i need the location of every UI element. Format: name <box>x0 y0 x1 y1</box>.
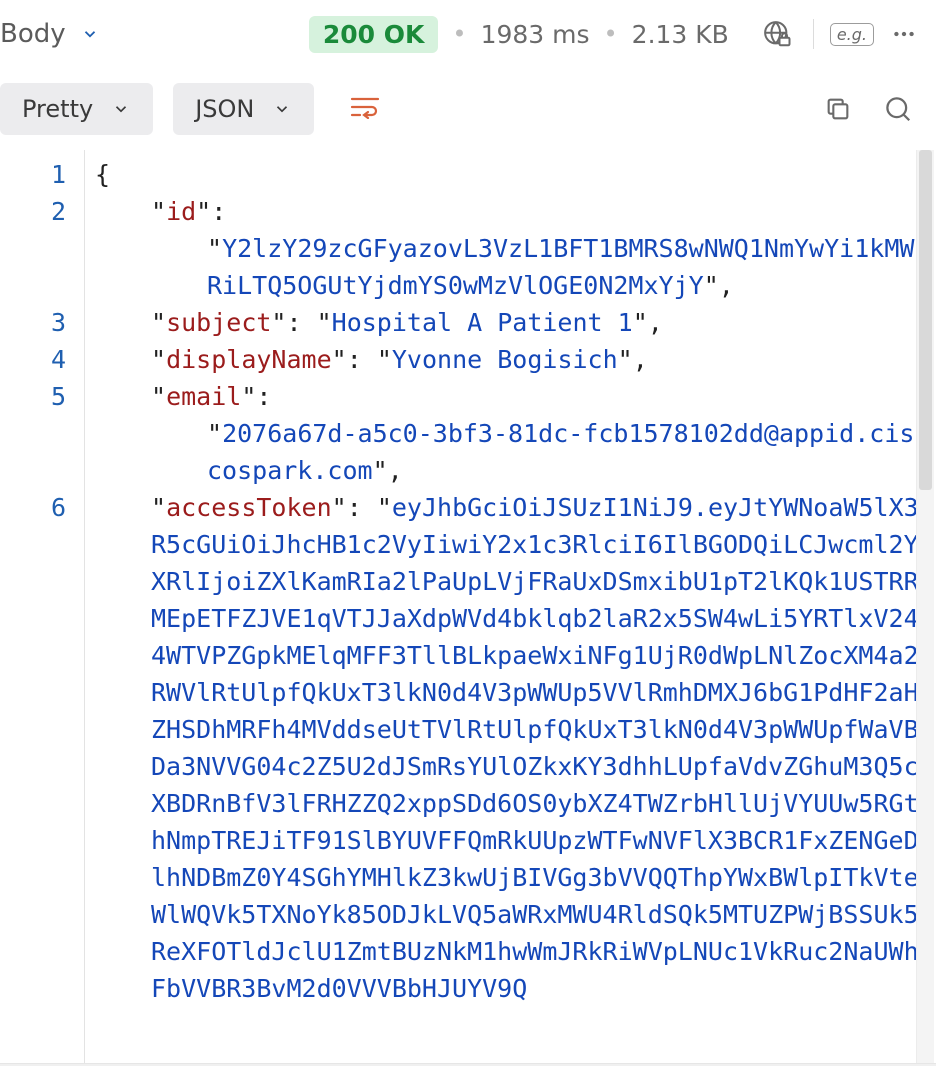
chevron-down-icon <box>272 99 292 119</box>
json-key: id <box>166 197 196 226</box>
vertical-divider <box>813 19 814 49</box>
body-tab[interactable]: Body <box>0 19 114 49</box>
line-number: 3 <box>0 304 80 341</box>
json-content[interactable]: { "id": "Y2lzY29zcGFyazovL3VzL1BFT1BMRS8… <box>85 150 936 1066</box>
scroll-thumb[interactable] <box>919 150 932 490</box>
line-number: 2 <box>0 193 80 230</box>
line-number: 1 <box>0 156 80 193</box>
vertical-scrollbar[interactable] <box>916 150 934 1066</box>
more-options-icon[interactable] <box>884 14 924 54</box>
line-number: 6 <box>0 489 80 526</box>
wrap-icon <box>350 95 380 123</box>
json-value: Yvonne Bogisich <box>392 345 618 374</box>
json-value: Hospital A Patient 1 <box>332 308 633 337</box>
json-value: eyJhbGciOiJSUzI1NiJ9.eyJtYWNoaW5lX3R5cGU… <box>151 493 919 1003</box>
wrap-lines-button[interactable] <box>334 83 396 135</box>
chevron-down-icon <box>111 99 131 119</box>
response-body-viewer: 1 2 . 3 4 5 . 6 { "id": "Y2lzY29zcGFyazo… <box>0 150 936 1066</box>
globe-lock-icon[interactable] <box>757 14 797 54</box>
status-badge: 200 OK <box>309 16 439 53</box>
copy-icon[interactable] <box>818 89 858 129</box>
line-number: 5 <box>0 378 80 415</box>
response-size: 2.13 KB <box>632 20 729 49</box>
line-number: 4 <box>0 341 80 378</box>
body-tab-label: Body <box>0 19 66 49</box>
pretty-dropdown[interactable]: Pretty <box>0 83 153 135</box>
json-key: email <box>166 382 241 411</box>
pretty-label: Pretty <box>22 95 93 123</box>
example-button[interactable]: e.g. <box>830 23 874 46</box>
format-dropdown[interactable]: JSON <box>173 83 314 135</box>
chevron-down-icon <box>80 24 100 44</box>
format-label: JSON <box>195 95 254 123</box>
json-value: Y2lzY29zcGFyazovL3VzL1BFT1BMRS8wNWQ1NmYw… <box>207 234 914 300</box>
json-key: accessToken <box>166 493 332 522</box>
separator-dot: • <box>448 20 470 48</box>
search-icon[interactable] <box>878 89 918 129</box>
json-value: 2076a67d-a5c0-3bf3-81dc-fcb1578102dd@app… <box>207 419 914 485</box>
line-gutter: 1 2 . 3 4 5 . 6 <box>0 150 80 1066</box>
separator-dot: • <box>600 20 622 48</box>
response-status-bar: Body 200 OK • 1983 ms • 2.13 KB e.g. <box>0 0 936 68</box>
response-toolbar: Pretty JSON <box>0 68 936 150</box>
json-key: subject <box>166 308 271 337</box>
response-time: 1983 ms <box>481 20 590 49</box>
json-key: displayName <box>166 345 332 374</box>
